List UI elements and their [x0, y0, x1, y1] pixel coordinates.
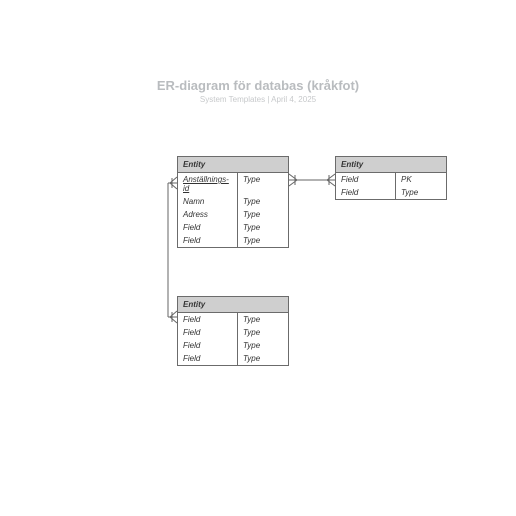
field-name: Field — [178, 326, 238, 339]
field-name: Namn — [178, 195, 238, 208]
diagram-header: ER-diagram för databas (kråkfot) System … — [0, 78, 516, 104]
entity-header: Entity — [178, 157, 288, 173]
field-name: Field — [178, 352, 238, 365]
entity-header: Entity — [336, 157, 446, 173]
field-type: Type — [238, 339, 288, 352]
field-name: Field — [178, 313, 238, 326]
field-type: Type — [238, 313, 288, 326]
field-name: Field — [336, 173, 396, 186]
diagram-subtitle: System Templates | April 4, 2025 — [0, 95, 516, 104]
field-type: Type — [238, 208, 288, 221]
field-name: Field — [178, 221, 238, 234]
field-type: Type — [238, 173, 288, 195]
field-name: Anställnings-id — [178, 173, 238, 195]
field-name: Field — [336, 186, 396, 199]
field-type: Type — [238, 352, 288, 365]
field-type: Type — [238, 221, 288, 234]
field-type: Type — [238, 195, 288, 208]
field-type: Type — [238, 234, 288, 247]
field-type: Type — [238, 326, 288, 339]
entity-header: Entity — [178, 297, 288, 313]
entity-table-2[interactable]: Entity FieldPK FieldType — [335, 156, 447, 200]
relationship-connector-1-2 — [289, 170, 335, 190]
field-name: Field — [178, 339, 238, 352]
entity-table-1[interactable]: Entity Anställnings-idType NamnType Adre… — [177, 156, 289, 248]
diagram-title: ER-diagram för databas (kråkfot) — [0, 78, 516, 93]
entity-table-3[interactable]: Entity FieldType FieldType FieldType Fie… — [177, 296, 289, 366]
field-name: Field — [178, 234, 238, 247]
field-type: Type — [396, 186, 446, 199]
field-name: Adress — [178, 208, 238, 221]
field-type: PK — [396, 173, 446, 186]
